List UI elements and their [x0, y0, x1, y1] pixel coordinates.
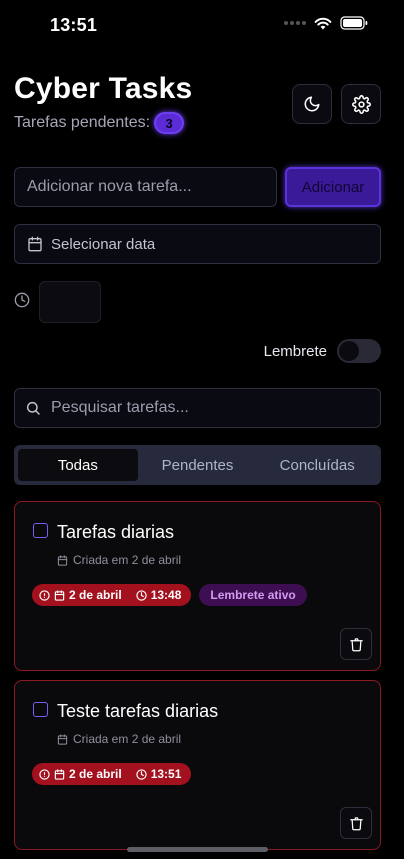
delete-task-button[interactable] — [340, 628, 372, 660]
time-picker-input[interactable] — [39, 281, 101, 323]
battery-icon — [340, 16, 368, 30]
due-date-text: 2 de abril — [69, 767, 122, 781]
signal-icon — [284, 21, 306, 25]
task-title: Tarefas diarias — [57, 522, 175, 542]
task-created-date: Criada em 2 de abril — [57, 732, 181, 746]
pending-count-badge: 3 — [154, 112, 185, 134]
pending-label: Tarefas pendentes: — [14, 114, 151, 131]
date-picker-label: Selecionar data — [51, 235, 156, 253]
toggle-knob — [339, 341, 359, 361]
alert-circle-icon — [39, 589, 50, 601]
status-bar: 13:51 — [0, 0, 404, 52]
task-checkbox[interactable] — [33, 523, 48, 538]
calendar-icon — [54, 589, 65, 601]
task-card: Teste tarefas diarias Criada em 2 de abr… — [14, 680, 381, 850]
reminder-toggle[interactable] — [337, 339, 381, 363]
trash-icon — [349, 816, 363, 830]
task-badges: 2 de abril 13:51 — [32, 763, 192, 785]
app-title: Cyber Tasks — [14, 72, 193, 105]
moon-icon — [304, 96, 320, 112]
wifi-icon — [314, 17, 332, 29]
due-date-badge: 2 de abril 13:48 — [32, 584, 192, 606]
calendar-icon — [57, 554, 68, 566]
tab-pending[interactable]: Pendentes — [138, 449, 258, 481]
theme-toggle-button[interactable] — [292, 84, 332, 124]
clock-icon — [14, 292, 30, 308]
clock-icon — [136, 589, 147, 601]
task-title: Teste tarefas diarias — [57, 701, 219, 721]
due-time-text: 13:51 — [150, 767, 182, 781]
status-icons — [284, 16, 368, 30]
delete-task-button[interactable] — [340, 807, 372, 839]
calendar-icon — [54, 768, 65, 780]
clock-icon — [136, 768, 147, 780]
task-badges: 2 de abril 13:48 Lembrete ativo — [32, 584, 307, 606]
calendar-icon — [28, 236, 42, 252]
reminder-label: Lembrete — [263, 342, 327, 360]
task-created-text: Criada em 2 de abril — [73, 553, 182, 567]
add-task-button[interactable]: Adicionar — [285, 167, 381, 207]
search-placeholder: Pesquisar tarefas... — [51, 399, 189, 416]
due-time-text: 13:48 — [150, 588, 182, 602]
tab-completed[interactable]: Concluídas — [257, 449, 377, 481]
reminder-row: Lembrete — [264, 339, 381, 363]
new-task-input[interactable]: Adicionar nova tarefa... — [14, 167, 277, 207]
settings-button[interactable] — [341, 84, 381, 124]
filter-tabs: Todas Pendentes Concluídas — [14, 445, 381, 485]
due-date-text: 2 de abril — [69, 588, 122, 602]
calendar-icon — [57, 733, 68, 745]
trash-icon — [349, 637, 363, 651]
time-picker-label — [14, 292, 30, 308]
gear-icon — [351, 94, 371, 114]
task-created-text: Criada em 2 de abril — [73, 732, 182, 746]
search-input[interactable]: Pesquisar tarefas... — [14, 388, 381, 428]
due-date-badge: 2 de abril 13:51 — [32, 763, 192, 785]
task-card: Tarefas diarias Criada em 2 de abril 2 d… — [14, 501, 381, 671]
home-indicator[interactable] — [127, 847, 268, 852]
status-time: 13:51 — [50, 15, 98, 35]
search-icon — [26, 401, 40, 415]
reminder-active-badge: Lembrete ativo — [199, 584, 307, 606]
pending-summary: Tarefas pendentes: 3 — [14, 112, 185, 134]
date-picker-button[interactable]: Selecionar data — [14, 224, 381, 264]
task-created-date: Criada em 2 de abril — [57, 553, 181, 567]
alert-circle-icon — [39, 768, 50, 780]
task-checkbox[interactable] — [33, 702, 48, 717]
tab-all[interactable]: Todas — [18, 449, 138, 481]
